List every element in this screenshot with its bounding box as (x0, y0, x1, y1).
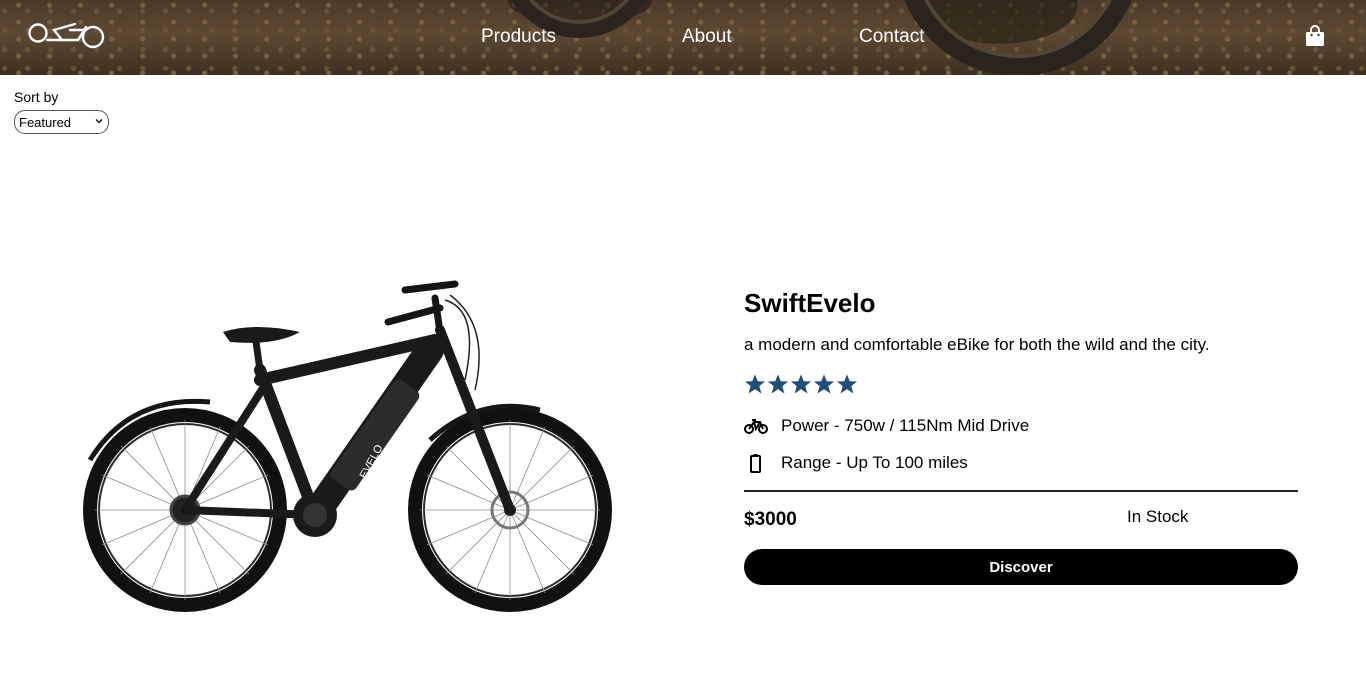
star-icon (790, 374, 812, 394)
star-icon (813, 374, 835, 394)
spec-power-text: Power - 750w / 115Nm Mid Drive (781, 416, 1030, 435)
product-title: SwiftEvelo (744, 288, 876, 318)
header-photo-tire (895, 0, 1141, 75)
spec-range-text: Range - Up To 100 miles (781, 453, 968, 472)
chevron-down-icon (95, 119, 103, 124)
sort-label: Sort by (14, 89, 59, 105)
spec-power: Power - 750w / 115Nm Mid Drive (744, 416, 1029, 436)
nav-products[interactable]: Products (481, 26, 556, 48)
bicycle-icon (744, 419, 768, 434)
divider (744, 490, 1298, 492)
battery-icon (750, 454, 761, 473)
saddle (223, 327, 300, 343)
star-icon (767, 374, 789, 394)
product-image: EVELO (83, 280, 612, 612)
shopping-bag-icon[interactable] (1305, 25, 1325, 47)
nav-about[interactable]: About (682, 26, 732, 48)
nav-contact[interactable]: Contact (859, 26, 924, 48)
sort-select[interactable]: Featured (14, 110, 109, 134)
spec-range: Range - Up To 100 miles (744, 453, 968, 473)
stock-status: In Stock (1127, 507, 1189, 526)
star-icon (744, 374, 766, 394)
handlebar (384, 280, 459, 336)
product-price: $3000 (744, 509, 797, 530)
star-icon (836, 374, 858, 394)
logo-icon[interactable] (28, 18, 106, 52)
discover-button[interactable]: Discover (744, 549, 1298, 585)
site-header: Products About Contact (0, 0, 1366, 75)
rating-stars (744, 372, 858, 400)
sort-selected-value: Featured (19, 115, 72, 130)
product-description: a modern and comfortable eBike for both … (744, 335, 1210, 354)
